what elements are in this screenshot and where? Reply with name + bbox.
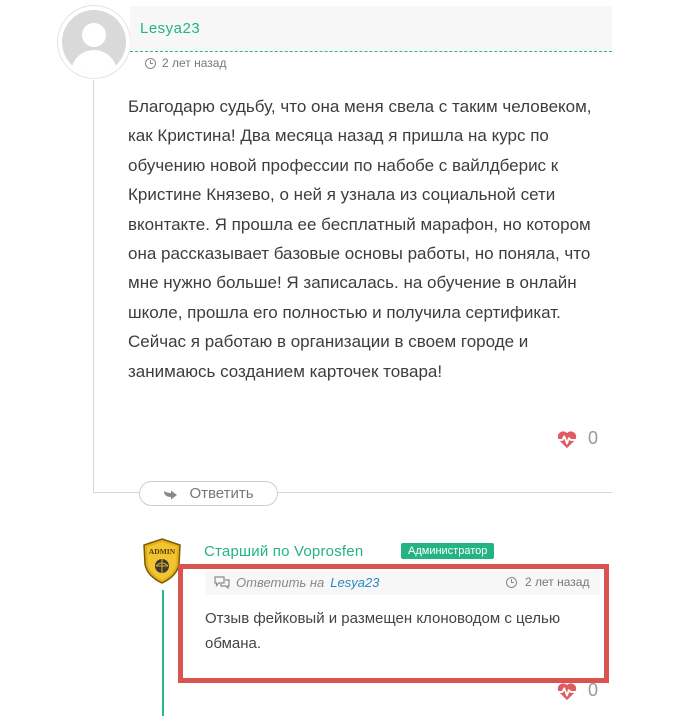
comment-timestamp: 2 лет назад: [506, 575, 589, 589]
comment-header: [130, 6, 612, 52]
like-count: 0: [588, 680, 599, 700]
speech-bubbles-icon: [214, 576, 230, 589]
like-control[interactable]: 0: [556, 680, 598, 701]
thread-line: [93, 80, 94, 492]
like-control[interactable]: 0: [556, 428, 598, 449]
reply-to-label: Ответить на Lesya23: [214, 575, 379, 590]
thread-line: [162, 590, 164, 716]
clock-icon: [506, 576, 517, 588]
reply-prefix: Ответить на: [236, 575, 325, 590]
thread-line-horizontal: [93, 492, 139, 493]
role-badge: Администратор: [401, 543, 495, 559]
reply-arrow-icon: [164, 490, 178, 499]
comment-body: Отзыв фейковый и размещен клоноводом с ц…: [205, 610, 561, 652]
clock-icon: [145, 57, 156, 69]
like-count: 0: [588, 428, 599, 448]
heart-pulse-icon[interactable]: [556, 681, 578, 701]
comment-author[interactable]: Старший по Voprosfen: [204, 543, 363, 560]
comment-timestamp: 2 лет назад: [145, 56, 226, 70]
reply-button[interactable]: Ответить: [139, 481, 278, 506]
admin-avatar-text: ADMIN: [149, 547, 176, 556]
heart-pulse-icon[interactable]: [556, 429, 578, 449]
admin-shield-avatar: ADMIN: [143, 538, 181, 584]
thread-line-horizontal: [278, 492, 612, 493]
reply-to-link[interactable]: Lesya23: [330, 575, 379, 590]
user-avatar: [58, 6, 130, 78]
comment-author[interactable]: Lesya23: [140, 20, 200, 37]
reply-button-label: Ответить: [189, 485, 254, 502]
comment-body: Благодарю судьбу, что она меня свела с т…: [128, 97, 592, 381]
timestamp-text: 2 лет назад: [525, 575, 590, 589]
timestamp-text: 2 лет назад: [162, 56, 227, 70]
